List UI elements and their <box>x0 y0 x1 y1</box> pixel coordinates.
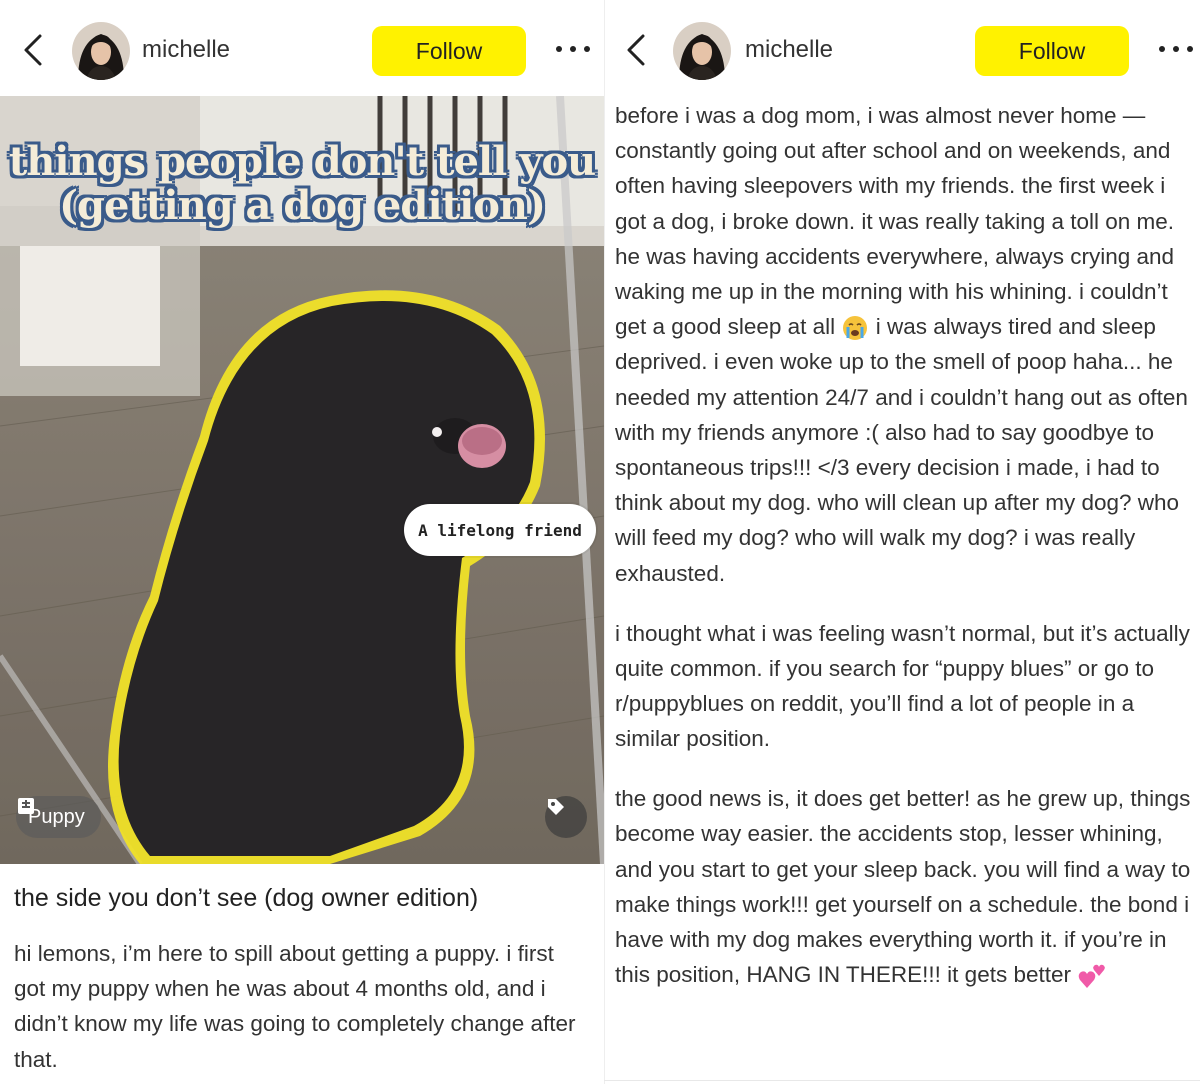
doc-tag-icon <box>18 798 34 814</box>
post-header: michelle Follow <box>605 0 1200 96</box>
headline-line-2: (getting a dog edition) <box>59 182 546 229</box>
paragraph-3-text: the good news is, it does get better! as… <box>615 786 1191 988</box>
post-title: the side you don’t see (dog owner editio… <box>14 884 479 912</box>
left-post-pane: michelle Follow things people don't tell… <box>0 0 604 1084</box>
more-options-icon[interactable] <box>1159 34 1193 64</box>
username[interactable]: michelle <box>142 36 230 64</box>
speech-bubble: A lifelong friend <box>404 504 596 556</box>
follow-button[interactable]: Follow <box>372 26 526 76</box>
paragraph-2: i thought what i was feeling wasn’t norm… <box>615 620 1190 752</box>
tag-icon[interactable] <box>545 796 587 838</box>
back-icon[interactable] <box>20 30 48 70</box>
post-body: hi lemons, i’m here to spill about getti… <box>14 941 576 1072</box>
back-icon[interactable] <box>623 30 651 70</box>
paragraph-3: the good news is, it does get better! as… <box>615 781 1197 992</box>
more-options-icon[interactable] <box>556 34 590 64</box>
divider <box>604 1080 1200 1081</box>
topic-tag-chip[interactable]: Puppy <box>16 796 101 838</box>
avatar[interactable] <box>673 22 731 80</box>
paragraph-1-text-a: before i was a dog mom, i was almost nev… <box>615 103 1175 340</box>
post-image[interactable]: things people don't tell you (getting a … <box>0 96 604 864</box>
paragraph-1: before i was a dog mom, i was almost nev… <box>615 98 1197 591</box>
avatar[interactable] <box>72 22 130 80</box>
username[interactable]: michelle <box>745 36 833 64</box>
post-header: michelle Follow <box>0 0 604 96</box>
right-post-pane: michelle Follow before i was a dog mom, … <box>604 0 1200 1084</box>
follow-button[interactable]: Follow <box>975 26 1129 76</box>
topic-tag-label: Puppy <box>28 805 85 828</box>
two-hearts-icon <box>1078 965 1106 989</box>
headline-line-1: things people don't tell you <box>8 138 597 185</box>
post-body-continued: before i was a dog mom, i was almost nev… <box>615 98 1197 1017</box>
crying-face-icon <box>843 316 868 341</box>
paragraph-1-text-b: i was always tired and sleep deprived. i… <box>615 314 1188 586</box>
